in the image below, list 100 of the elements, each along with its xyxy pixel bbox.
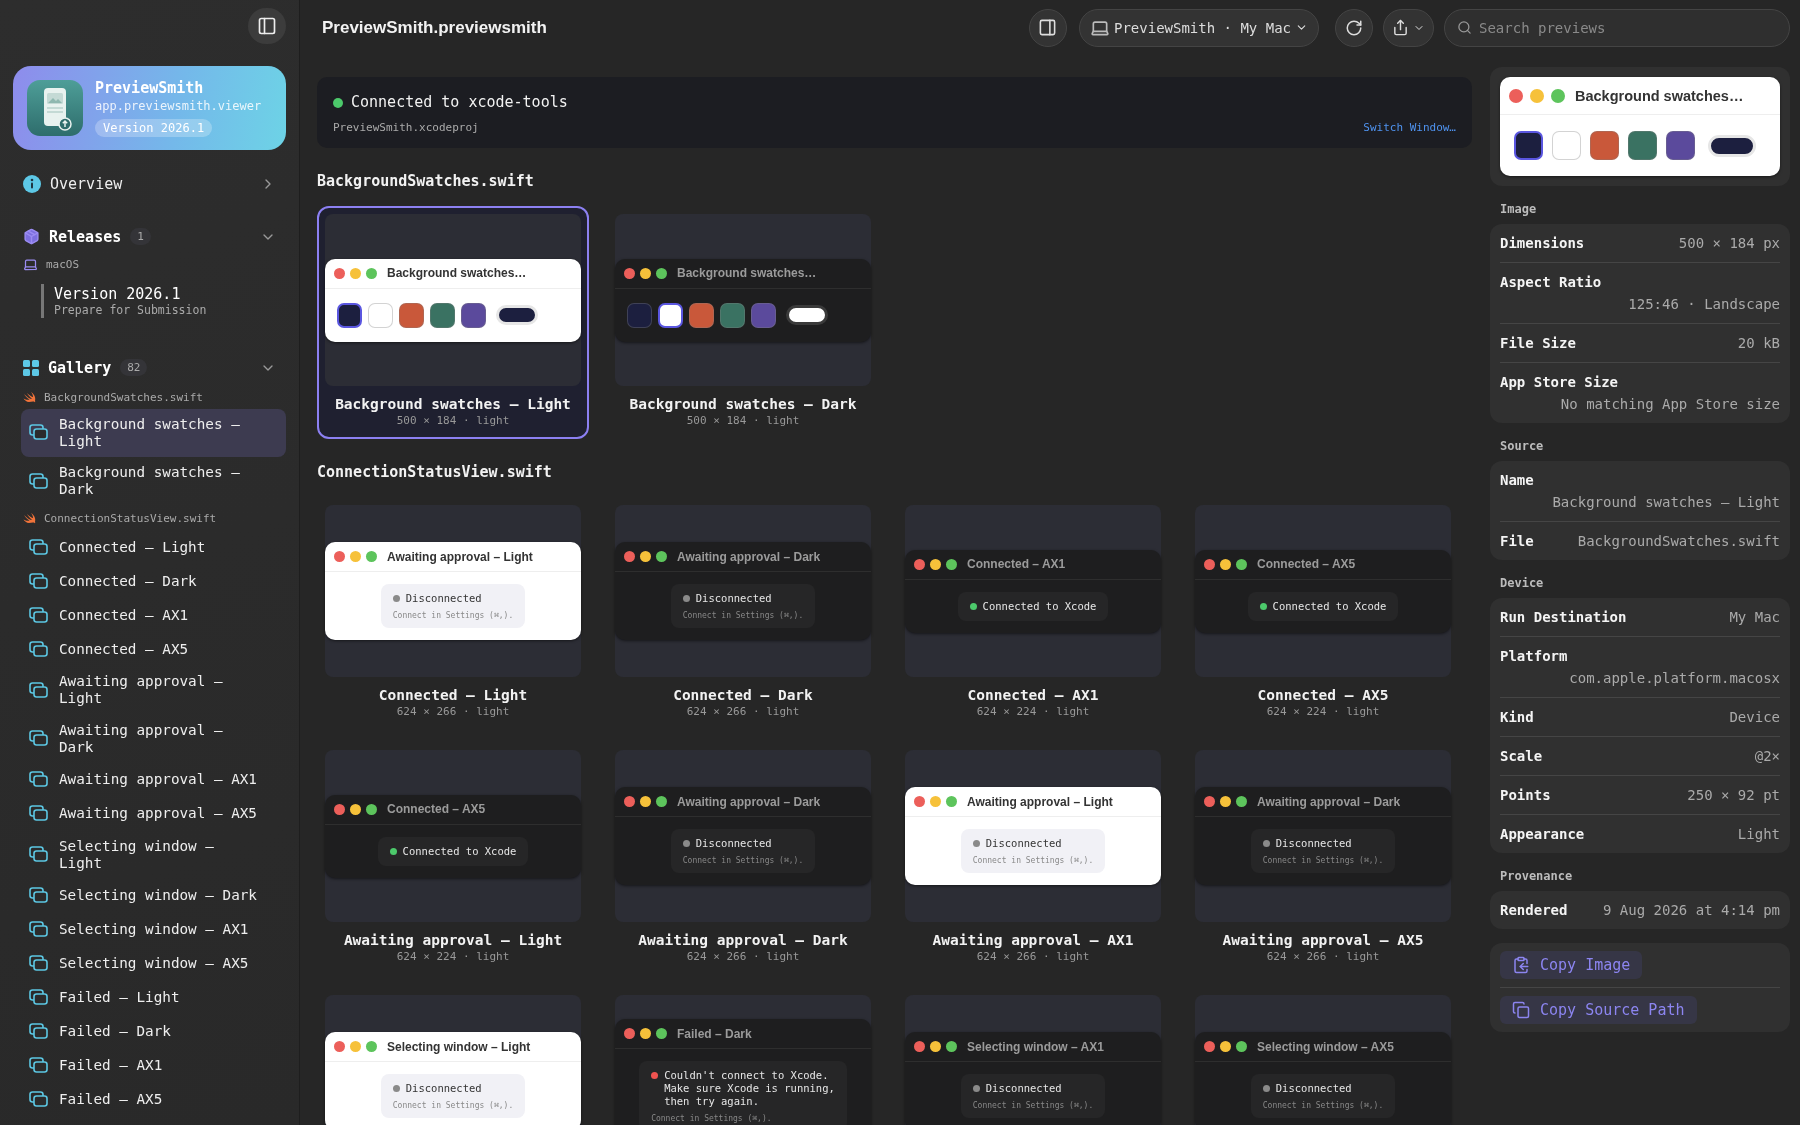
bird-icon bbox=[23, 391, 36, 403]
stacked-windows-icon bbox=[29, 472, 49, 490]
preview-title: Background swatches — Light bbox=[335, 396, 571, 412]
gallery-item[interactable]: Selecting window — Light bbox=[21, 830, 286, 879]
stacked-windows-icon bbox=[29, 887, 49, 905]
preview-title: Connected — AX5 bbox=[1257, 687, 1389, 703]
gallery-item[interactable]: Failed — Dark bbox=[21, 1014, 286, 1049]
gallery-item[interactable]: Awaiting approval — AX5 bbox=[21, 796, 286, 831]
info-value: No matching App Store size bbox=[1559, 396, 1780, 412]
status-hint: Connect in Settings (⌘,). bbox=[972, 856, 1094, 865]
status-hint: Connect in Settings (⌘,). bbox=[1262, 1101, 1384, 1110]
info-value: 500 × 184 px bbox=[1678, 235, 1780, 251]
info-value: My Mac bbox=[1729, 609, 1780, 625]
window-title: Connected – AX5 bbox=[1257, 557, 1356, 571]
copy-button[interactable]: Copy Image bbox=[1500, 951, 1643, 979]
status-hint: Connect in Settings (⌘,). bbox=[392, 611, 514, 620]
stacked-windows-icon bbox=[29, 1023, 49, 1041]
preview-meta: 624 × 224 · light bbox=[1266, 705, 1380, 718]
version-title: Version 2026.1 bbox=[54, 284, 182, 303]
window-controls-icon bbox=[914, 1041, 957, 1052]
info-label: Points bbox=[1500, 787, 1551, 803]
window-title: Selecting window – Light bbox=[387, 1039, 531, 1054]
preview-title: Awaiting approval — Dark bbox=[638, 932, 848, 948]
status-message: Connected to Xcode bbox=[1272, 599, 1387, 613]
status-message: Disconnected bbox=[1275, 837, 1352, 850]
preview-meta: 500 × 184 · light bbox=[396, 414, 510, 427]
gallery-item[interactable]: Connected — Dark bbox=[21, 564, 286, 599]
info-label: Scale bbox=[1500, 748, 1543, 764]
info-label: File bbox=[1500, 533, 1534, 549]
info-value: 20 kB bbox=[1737, 335, 1780, 351]
project-name: PreviewSmith.xcodeproj bbox=[333, 121, 479, 134]
info-value: Background swatches — Light bbox=[1551, 494, 1780, 510]
preview-meta: 624 × 266 · light bbox=[686, 705, 800, 718]
gallery-item[interactable]: Awaiting approval — Dark bbox=[21, 714, 286, 763]
status-hint: Connect in Settings (⌘,). bbox=[392, 1101, 514, 1110]
app-name: PreviewSmith bbox=[95, 79, 205, 98]
gallery-item[interactable]: Failed — Light bbox=[21, 980, 286, 1015]
version-item[interactable]: Version 2026.1 Prepare for Submission bbox=[41, 283, 286, 318]
gallery-item[interactable]: Connected — AX1 bbox=[21, 598, 286, 633]
copy-icon bbox=[1512, 1001, 1530, 1019]
info-label: Rendered bbox=[1500, 902, 1568, 918]
bundle-id: app.previewsmith.viewer bbox=[95, 99, 262, 114]
gallery-item[interactable]: Failed — AX5 bbox=[21, 1082, 286, 1117]
info-label: Kind bbox=[1500, 709, 1534, 725]
sidebar-icon bbox=[257, 16, 277, 37]
stacked-windows-icon bbox=[29, 955, 49, 973]
status-message: Disconnected bbox=[405, 1082, 482, 1095]
sidebar-toggle-button[interactable] bbox=[248, 8, 286, 45]
gallery-item[interactable]: Awaiting approval — Light bbox=[21, 666, 286, 715]
preview-meta: 624 × 266 · light bbox=[976, 950, 1090, 963]
status-hint: Connect in Settings (⌘,). bbox=[682, 611, 804, 620]
search-field[interactable]: Search previews bbox=[1444, 8, 1790, 47]
status-message: Couldn't connect to Xcode. Make sure Xcode is running, then try again. bbox=[664, 1069, 835, 1108]
destination-button[interactable]: PreviewSmith · My Mac bbox=[1079, 8, 1319, 47]
window-controls-icon bbox=[624, 1028, 667, 1039]
gallery-item[interactable]: Selecting window — AX1 bbox=[21, 912, 286, 947]
window-title: Background swatches… bbox=[677, 266, 817, 280]
info-value: @2× bbox=[1754, 748, 1780, 764]
share-button[interactable] bbox=[1383, 8, 1434, 47]
overview-label: Overview bbox=[50, 175, 124, 194]
window-controls-icon bbox=[624, 267, 667, 279]
window-title: Connected – AX1 bbox=[967, 557, 1066, 571]
refresh-icon bbox=[1345, 18, 1363, 37]
gallery-item[interactable]: Selecting window — Dark bbox=[21, 878, 286, 913]
window-controls-icon bbox=[914, 558, 957, 570]
inspector-toggle-button[interactable] bbox=[1029, 8, 1067, 47]
window-title: Background swatches… bbox=[1575, 87, 1744, 104]
count-badge: 1 bbox=[130, 228, 151, 246]
stacked-windows-icon bbox=[29, 805, 49, 823]
switch-window-link[interactable]: Switch Window… bbox=[1363, 121, 1456, 134]
stacked-windows-icon bbox=[29, 771, 49, 789]
gallery-item[interactable]: Background swatches — Light bbox=[21, 408, 286, 457]
gallery-item[interactable]: Failed — AX1 bbox=[21, 1048, 286, 1083]
preview-card[interactable]: Background swatches… Background swatches — Light 500 × 184 · light bbox=[317, 206, 589, 439]
status-message: Connected to Xcode bbox=[402, 844, 517, 858]
preview-title: Connected — Dark bbox=[673, 687, 813, 703]
gallery-item[interactable]: Background swatches — Dark bbox=[21, 457, 286, 506]
window-controls-icon bbox=[624, 551, 667, 562]
version-badge: Version 2026.1 bbox=[95, 119, 213, 138]
section-title: ConnectionStatusView.swift bbox=[317, 463, 553, 481]
gallery-item[interactable]: Awaiting approval — AX1 bbox=[21, 762, 286, 797]
preview-meta: 624 × 266 · light bbox=[396, 705, 510, 718]
info-value: 250 × 92 pt bbox=[1687, 787, 1780, 803]
info-label: Run Destination bbox=[1500, 609, 1627, 625]
refresh-button[interactable] bbox=[1335, 8, 1373, 47]
stacked-windows-icon bbox=[29, 424, 49, 442]
gallery-item[interactable]: Connected — Light bbox=[21, 530, 286, 565]
info-label: Name bbox=[1500, 472, 1535, 488]
gallery-item[interactable]: Selecting window — AX5 bbox=[21, 946, 286, 981]
info-value: Light bbox=[1737, 826, 1780, 842]
stacked-windows-icon bbox=[29, 846, 49, 864]
overview-row[interactable]: Overview bbox=[13, 168, 286, 201]
status-hint: Connect in Settings (⌘,). bbox=[972, 1101, 1094, 1110]
window-title: Selecting window – AX5 bbox=[1257, 1039, 1394, 1054]
gallery-item[interactable]: Connected — AX5 bbox=[21, 632, 286, 667]
share-icon bbox=[1392, 19, 1409, 36]
window-controls-icon bbox=[334, 551, 377, 562]
copy-button[interactable]: Copy Source Path bbox=[1500, 996, 1697, 1024]
package-icon bbox=[23, 228, 40, 246]
status-message: Disconnected bbox=[985, 1082, 1062, 1095]
